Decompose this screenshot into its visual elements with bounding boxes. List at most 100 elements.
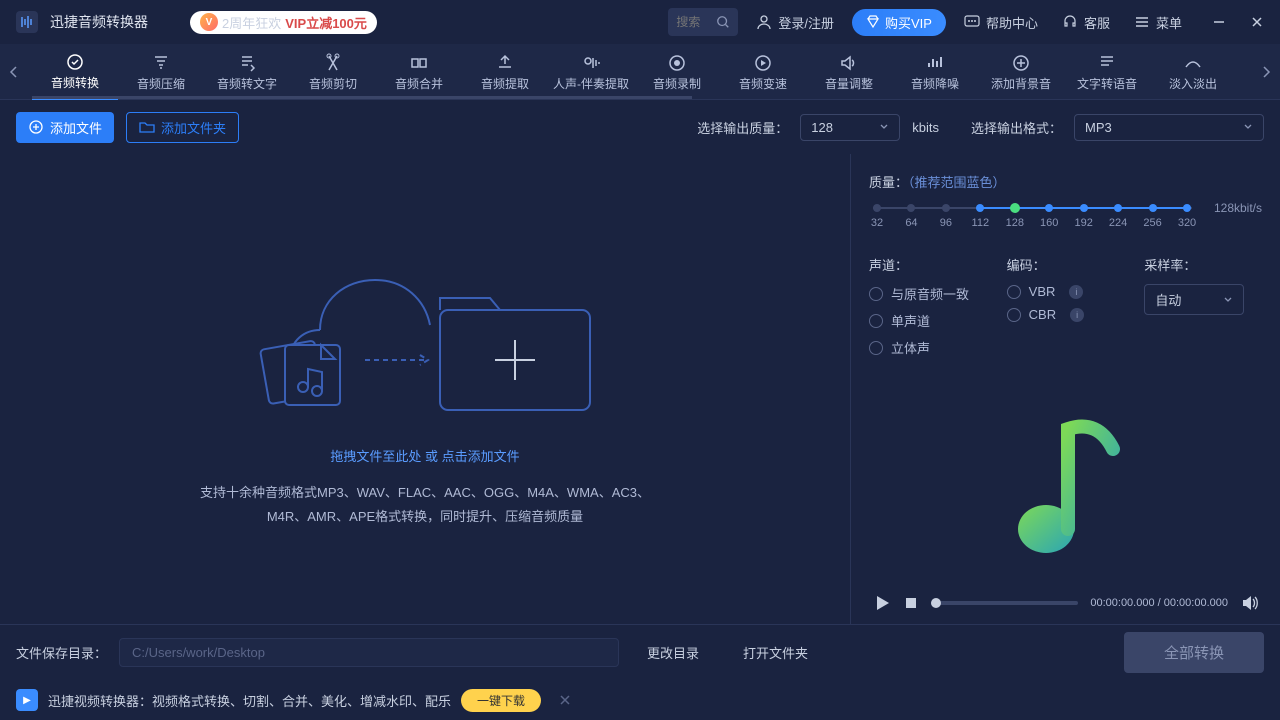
close-button[interactable]	[1250, 15, 1264, 29]
headset-icon	[1062, 14, 1078, 30]
quality-tick-label: 128	[1006, 217, 1024, 229]
tool-icon	[237, 53, 257, 73]
menu-button[interactable]: 菜单	[1128, 13, 1188, 32]
save-path-input[interactable]: C:/Users/work/Desktop	[119, 638, 619, 667]
tool-0[interactable]: 音频转换	[32, 44, 118, 100]
tool-6[interactable]: 人声-伴奏提取	[548, 44, 634, 100]
tool-7[interactable]: 音频录制	[634, 44, 720, 100]
tool-12[interactable]: 文字转语音	[1064, 44, 1150, 100]
radio-option[interactable]: VBRi	[1007, 284, 1125, 299]
toolbar-scroll-right[interactable]	[1252, 44, 1280, 100]
tool-label: 音频转换	[51, 74, 99, 91]
quality-tick-label: 96	[940, 217, 952, 229]
quality-tick-label: 224	[1109, 217, 1127, 229]
radio-option[interactable]: 单声道	[869, 311, 987, 330]
samplerate-dropdown[interactable]: 自动	[1144, 284, 1244, 315]
music-note-icon	[1006, 409, 1126, 559]
tool-9[interactable]: 音量调整	[806, 44, 892, 100]
tool-4[interactable]: 音频合并	[376, 44, 462, 100]
radio-option[interactable]: 立体声	[869, 338, 987, 357]
tool-icon	[753, 53, 773, 73]
diamond-icon	[866, 15, 880, 29]
quality-tick-dot[interactable]	[873, 204, 881, 212]
tool-2[interactable]: 音频转文字	[204, 44, 290, 100]
tool-11[interactable]: 添加背景音	[978, 44, 1064, 100]
footer-close-button[interactable]	[559, 694, 571, 706]
tool-5[interactable]: 音频提取	[462, 44, 548, 100]
format-dropdown[interactable]: MP3	[1074, 114, 1264, 141]
help-button[interactable]: 帮助中心	[958, 13, 1044, 32]
tool-icon	[1183, 53, 1203, 73]
progress-thumb[interactable]	[931, 598, 941, 608]
radio-icon	[1007, 308, 1021, 322]
quality-slider[interactable]: 128kbit/s 326496112128160192224256320	[869, 201, 1262, 241]
quality-tick-dot[interactable]	[942, 204, 950, 212]
user-icon	[756, 14, 772, 30]
player-bar: 00:00:00.000 / 00:00:00.000	[869, 582, 1262, 624]
tool-label: 音频降噪	[911, 75, 959, 92]
info-icon[interactable]: i	[1070, 308, 1084, 322]
promo-text-2: VIP立减100元	[285, 13, 367, 32]
drop-illustration	[240, 250, 610, 430]
stop-button[interactable]	[903, 595, 919, 611]
toolbar: 音频转换 音频压缩音频转文字音频剪切音频合并 音频提取人声-伴奏提取音频录制 音频变速…	[0, 44, 1280, 100]
tool-icon	[151, 53, 171, 73]
quality-tick-dot[interactable]	[907, 204, 915, 212]
quality-dropdown[interactable]: 128	[800, 114, 900, 141]
radio-icon	[869, 341, 883, 355]
samplerate-settings: 采样率： 自动	[1144, 255, 1262, 365]
add-folder-button[interactable]: 添加文件夹	[126, 112, 239, 143]
info-icon[interactable]: i	[1069, 285, 1083, 299]
toolbar-scroll-left[interactable]	[0, 44, 28, 100]
titlebar: 迅捷音频转换器 V 2周年狂欢 VIP立减100元 登录/注册 购买VIP 帮助…	[0, 0, 1280, 44]
buy-vip-button[interactable]: 购买VIP	[852, 9, 946, 36]
drop-zone[interactable]: 拖拽文件至此处 或 点击添加文件 支持十余种音频格式MP3、WAV、FLAC、A…	[0, 154, 850, 624]
progress-slider[interactable]	[931, 601, 1078, 605]
change-dir-button[interactable]: 更改目录	[631, 637, 715, 668]
tool-label: 音频录制	[653, 75, 701, 92]
promo-badge[interactable]: V 2周年狂欢 VIP立减100元	[190, 11, 377, 34]
quality-unit: kbits	[912, 120, 939, 135]
chevron-down-icon	[1243, 122, 1253, 132]
plus-circle-icon	[28, 119, 44, 135]
quality-tick-label: 64	[905, 217, 917, 229]
quality-tick-dot[interactable]	[1045, 204, 1053, 212]
toolbar-scrollbar[interactable]	[32, 96, 692, 99]
volume-button[interactable]	[1240, 594, 1258, 612]
quality-tick-dot[interactable]	[1149, 204, 1157, 212]
encoding-settings: 编码： VBRiCBRi	[1007, 255, 1125, 365]
quality-current-unit: 128kbit/s	[1214, 201, 1262, 215]
open-folder-button[interactable]: 打开文件夹	[727, 637, 824, 668]
tool-label: 文字转语音	[1077, 75, 1137, 92]
tool-10[interactable]: 音频降噪	[892, 44, 978, 100]
search-input[interactable]	[676, 15, 710, 29]
footer-text: 迅捷视频转换器：视频格式转换、切割、合并、美化、增减水印、配乐	[48, 691, 451, 710]
tool-13[interactable]: 淡入淡出	[1150, 44, 1236, 100]
quality-tick-label: 112	[972, 217, 990, 229]
chat-icon	[964, 14, 980, 30]
add-file-button[interactable]: 添加文件	[16, 112, 114, 143]
tool-8[interactable]: 音频变速	[720, 44, 806, 100]
quality-tick-dot[interactable]	[1183, 204, 1191, 212]
login-button[interactable]: 登录/注册	[750, 13, 840, 32]
quality-tick-dot[interactable]	[976, 204, 984, 212]
tool-3[interactable]: 音频剪切	[290, 44, 376, 100]
tool-label: 音频合并	[395, 75, 443, 92]
tool-icon	[323, 53, 343, 73]
quality-tick-label: 320	[1178, 217, 1196, 229]
quality-tick-dot[interactable]	[1114, 204, 1122, 212]
quality-tick-dot[interactable]	[1080, 204, 1088, 212]
radio-option[interactable]: CBRi	[1007, 307, 1125, 322]
search-box[interactable]	[668, 8, 738, 36]
quality-tick-dot[interactable]	[1010, 203, 1020, 213]
radio-icon	[869, 287, 883, 301]
download-button[interactable]: 一键下载	[461, 689, 541, 712]
service-button[interactable]: 客服	[1056, 13, 1116, 32]
tool-icon	[581, 53, 601, 73]
convert-all-button[interactable]: 全部转换	[1124, 632, 1264, 673]
minimize-button[interactable]	[1212, 15, 1226, 29]
chevron-down-icon	[1223, 295, 1233, 305]
radio-option[interactable]: 与原音频一致	[869, 284, 987, 303]
tool-1[interactable]: 音频压缩	[118, 44, 204, 100]
play-button[interactable]	[873, 594, 891, 612]
